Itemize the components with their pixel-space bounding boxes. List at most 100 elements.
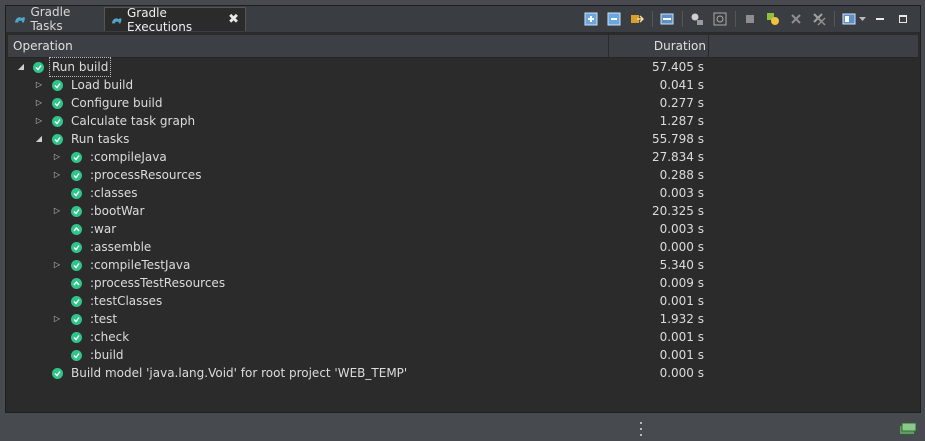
duration-value: 0.288 s <box>659 168 704 182</box>
operation-label: :build <box>90 348 124 362</box>
rerun-icon[interactable] <box>764 10 782 28</box>
tree-row[interactable]: :testClasses 0.001 s <box>8 292 918 310</box>
duration-value: 1.287 s <box>659 114 704 128</box>
tree-row[interactable]: ◢ Run build 57.405 s <box>8 57 918 77</box>
tree-row[interactable]: :processTestResources 0.009 s <box>8 274 918 292</box>
up-to-date-status-icon <box>71 278 82 289</box>
success-status-icon <box>52 134 63 145</box>
duration-value: 0.003 s <box>659 186 704 200</box>
duration-value: 0.003 s <box>659 222 704 236</box>
tree-row[interactable]: ▷ :processResources 0.288 s <box>8 166 918 184</box>
collapsed-twisty-icon[interactable]: ▷ <box>52 310 62 328</box>
success-status-icon <box>71 206 82 217</box>
success-status-icon <box>71 314 82 325</box>
tree-row[interactable]: ▷ Calculate task graph 1.287 s <box>8 112 918 130</box>
remove-icon[interactable] <box>787 10 805 28</box>
collapse-all-icon[interactable] <box>605 10 623 28</box>
operation-label: Configure build <box>71 96 163 110</box>
collapsed-twisty-icon[interactable]: ▷ <box>34 112 44 130</box>
success-status-icon <box>71 170 82 181</box>
success-status-icon <box>71 242 82 253</box>
collapsed-twisty-icon[interactable]: ▷ <box>52 166 62 184</box>
tree-row[interactable]: ▷ Configure build 0.277 s <box>8 94 918 112</box>
success-status-icon <box>52 116 63 127</box>
tree-row[interactable]: :check 0.001 s <box>8 328 918 346</box>
operation-label: :assemble <box>90 240 152 254</box>
gradle-elephant-icon <box>14 17 25 23</box>
view-toolbar <box>577 9 912 29</box>
tree-row[interactable]: ▷ :bootWar 20.325 s <box>8 202 918 220</box>
operation-label: :classes <box>90 186 138 200</box>
operation-label: :test <box>90 312 118 326</box>
success-status-icon <box>52 368 63 379</box>
operation-label: :processResources <box>90 168 202 182</box>
show-console-icon[interactable] <box>658 10 676 28</box>
tab-label: Gradle Tasks <box>30 5 71 33</box>
progress-tray-icon[interactable] <box>900 422 917 435</box>
duration-value: 0.009 s <box>659 276 704 290</box>
success-status-icon <box>71 296 82 307</box>
tree-row[interactable]: ▷ :test 1.932 s <box>8 310 918 328</box>
operation-label: Load build <box>71 78 134 92</box>
duration-value: 0.001 s <box>659 348 704 362</box>
duration-value: 1.932 s <box>659 312 704 326</box>
filter-icon[interactable] <box>688 10 706 28</box>
tree-row[interactable]: :build 0.001 s <box>8 346 918 364</box>
collapsed-twisty-icon[interactable]: ▷ <box>52 256 62 274</box>
duration-column-header[interactable]: Duration <box>654 35 706 57</box>
tree-row[interactable]: ▷ :compileJava 27.834 s <box>8 148 918 166</box>
close-icon[interactable]: ✖ <box>228 12 239 27</box>
operation-label: :processTestResources <box>90 276 226 290</box>
success-status-icon <box>71 350 82 361</box>
tree-row[interactable]: :war 0.003 s <box>8 220 918 238</box>
success-status-icon <box>71 188 82 199</box>
focus-icon[interactable] <box>711 10 729 28</box>
gradle-executions-view: Gradle Tasks Gradle Executions ✖ Operati… <box>5 5 921 413</box>
tab-gradle-tasks[interactable]: Gradle Tasks <box>8 5 104 33</box>
tree-row[interactable]: ▷ Load build 0.041 s <box>8 76 918 94</box>
up-to-date-status-icon <box>71 224 82 235</box>
column-header: Operation Duration <box>8 35 918 58</box>
operation-label: :bootWar <box>90 204 145 218</box>
expanded-twisty-icon[interactable]: ◢ <box>16 58 26 76</box>
duration-value: 0.001 s <box>659 330 704 344</box>
operation-label: :war <box>90 222 117 236</box>
success-status-icon <box>52 80 63 91</box>
duration-value: 55.798 s <box>651 132 704 146</box>
tree-row[interactable]: ▷ :compileTestJava 5.340 s <box>8 256 918 274</box>
drag-handle-icon[interactable] <box>640 422 643 436</box>
duration-value: 0.277 s <box>659 96 704 110</box>
operation-label: Calculate task graph <box>71 114 196 128</box>
success-status-icon <box>71 260 82 271</box>
duration-value: 57.405 s <box>651 60 704 74</box>
minimize-icon[interactable] <box>871 10 889 28</box>
collapsed-twisty-icon[interactable]: ▷ <box>52 148 62 166</box>
link-with-console-icon[interactable] <box>628 10 646 28</box>
collapsed-twisty-icon[interactable]: ▷ <box>34 76 44 94</box>
tab-label: Gradle Executions <box>126 5 193 34</box>
remove-all-icon[interactable] <box>810 10 828 28</box>
operation-label: Run build <box>48 57 112 77</box>
operation-label: :compileJava <box>90 150 167 164</box>
expand-all-icon[interactable] <box>582 10 600 28</box>
operation-column-header[interactable]: Operation <box>13 35 73 57</box>
view-menu-icon[interactable] <box>840 10 858 28</box>
maximize-icon[interactable] <box>894 10 912 28</box>
tree-row[interactable]: :assemble 0.000 s <box>8 238 918 256</box>
tab-gradle-executions[interactable]: Gradle Executions ✖ <box>104 5 246 34</box>
operation-label: :check <box>90 330 130 344</box>
duration-value: 20.325 s <box>651 204 704 218</box>
duration-value: 0.000 s <box>659 240 704 254</box>
operations-tree: ◢ Run build 57.405 s ▷ Load build 0.041 … <box>8 57 918 382</box>
chevron-down-icon[interactable] <box>859 10 866 28</box>
tree-row[interactable]: Build model 'java.lang.Void' for root pr… <box>8 364 918 382</box>
status-bar <box>0 413 925 441</box>
tree-row[interactable]: :classes 0.003 s <box>8 184 918 202</box>
view-tab-bar: Gradle Tasks Gradle Executions ✖ <box>6 5 920 34</box>
collapsed-twisty-icon[interactable]: ▷ <box>34 94 44 112</box>
duration-value: 0.000 s <box>659 366 704 380</box>
collapsed-twisty-icon[interactable]: ▷ <box>52 202 62 220</box>
tree-row[interactable]: ◢ Run tasks 55.798 s <box>8 130 918 148</box>
stop-icon[interactable] <box>741 10 759 28</box>
expanded-twisty-icon[interactable]: ◢ <box>34 130 44 148</box>
